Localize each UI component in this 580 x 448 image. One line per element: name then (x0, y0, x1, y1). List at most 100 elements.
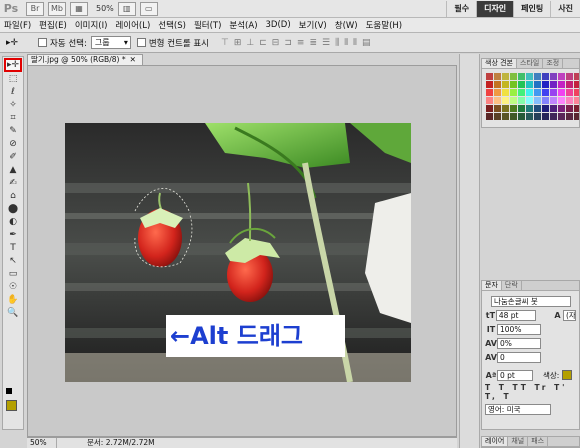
screen-mode-icon[interactable]: ▭ (139, 1, 158, 16)
color-swatch[interactable] (550, 81, 557, 88)
color-swatch[interactable] (534, 89, 541, 96)
align-right-icon[interactable]: ⊐ (284, 38, 292, 48)
baseline-shift-field[interactable]: 0 pt (497, 369, 533, 381)
menu-window[interactable]: 창(W) (331, 19, 362, 31)
text-color-swatch[interactable] (562, 370, 573, 380)
color-swatch[interactable] (542, 81, 549, 88)
color-swatch[interactable] (502, 81, 509, 88)
menu-image[interactable]: 이미지(I) (71, 19, 112, 31)
color-swatch[interactable] (486, 81, 493, 88)
tab-layers[interactable]: 레이어 (482, 437, 509, 446)
color-swatch[interactable] (510, 113, 517, 120)
align-left-icon[interactable]: ⊏ (259, 38, 267, 48)
tab-paths[interactable]: 패스 (528, 437, 549, 446)
color-swatch[interactable] (526, 97, 533, 104)
color-swatch[interactable] (518, 113, 525, 120)
color-swatch[interactable] (494, 97, 501, 104)
text-style-buttons[interactable]: T T TT Tr T' T, T (482, 383, 579, 401)
color-swatch[interactable] (534, 81, 541, 88)
color-swatch[interactable] (558, 97, 565, 104)
color-swatch[interactable] (518, 97, 525, 104)
menu-analysis[interactable]: 분석(A) (225, 19, 261, 31)
color-swatch[interactable] (558, 89, 565, 96)
color-swatch[interactable] (550, 97, 557, 104)
color-swatch[interactable] (542, 113, 549, 120)
3d-rotate-tool-icon[interactable]: ☉ (4, 281, 22, 293)
menu-edit[interactable]: 편집(E) (35, 19, 71, 31)
menu-select[interactable]: 선택(S) (154, 19, 190, 31)
align-hcenter-icon[interactable]: ⊟ (272, 38, 280, 48)
color-swatch[interactable] (542, 89, 549, 96)
lasso-tool-icon[interactable]: ℓ (4, 86, 22, 98)
shape-tool-icon[interactable]: ▭ (4, 268, 22, 280)
clone-stamp-tool-icon[interactable]: ▲ (4, 164, 22, 176)
workspace-design[interactable]: 디자인 (476, 1, 514, 17)
path-select-tool-icon[interactable]: ↖ (4, 255, 22, 267)
distribute-right-icon[interactable]: ⦀ (353, 38, 357, 48)
color-swatch[interactable] (510, 89, 517, 96)
menu-layer[interactable]: 레이어(L) (111, 19, 154, 31)
color-swatch[interactable] (502, 89, 509, 96)
healing-brush-tool-icon[interactable]: ⊘ (4, 138, 22, 150)
color-swatch[interactable] (502, 105, 509, 112)
color-swatch[interactable] (550, 73, 557, 80)
color-swatch[interactable] (518, 89, 525, 96)
type-tool-icon[interactable]: T (4, 242, 22, 254)
foreground-color-swatch[interactable] (6, 400, 17, 411)
tab-swatches[interactable]: 색상 견본 (482, 59, 517, 68)
color-swatch[interactable] (526, 89, 533, 96)
distribute-bottom-icon[interactable]: ☰ (322, 38, 330, 48)
strawberry-photo[interactable]: ←Alt 드래그 (65, 123, 411, 382)
workspace-essentials[interactable]: 필수 (446, 1, 476, 17)
color-swatch[interactable] (542, 73, 549, 80)
color-swatch[interactable] (574, 105, 579, 112)
color-swatch[interactable] (534, 113, 541, 120)
color-swatch[interactable] (494, 81, 501, 88)
color-swatch[interactable] (494, 89, 501, 96)
color-swatch[interactable] (526, 105, 533, 112)
eraser-tool-icon[interactable]: ⌂ (4, 190, 22, 202)
auto-select-dropdown[interactable]: 그룹 (90, 36, 131, 49)
distribute-hcenter-icon[interactable]: ⫴ (344, 38, 348, 48)
font-size-field[interactable]: 48 pt (495, 309, 537, 321)
color-swatch[interactable] (542, 97, 549, 104)
color-swatch[interactable] (566, 73, 573, 80)
tracking-field[interactable]: 0% (497, 337, 541, 349)
color-swatch[interactable] (510, 97, 517, 104)
color-swatch[interactable] (558, 81, 565, 88)
history-brush-tool-icon[interactable]: ✍ (4, 177, 22, 189)
pen-tool-icon[interactable]: ✒ (4, 229, 22, 241)
align-top-icon[interactable]: ⊤ (221, 38, 229, 48)
color-swatch[interactable] (558, 105, 565, 112)
color-swatch[interactable] (550, 113, 557, 120)
crop-tool-icon[interactable]: ⌗ (4, 112, 22, 124)
color-swatch[interactable] (510, 105, 517, 112)
arrange-documents-icon[interactable]: ▥ (117, 1, 136, 16)
color-swatch[interactable] (486, 105, 493, 112)
color-swatch[interactable] (486, 73, 493, 80)
align-vcenter-icon[interactable]: ⊞ (234, 38, 242, 48)
color-swatch[interactable] (494, 113, 501, 120)
color-swatch[interactable] (494, 105, 501, 112)
color-swatch[interactable] (566, 105, 573, 112)
brush-tool-icon[interactable]: ✐ (4, 151, 22, 163)
auto-select-checkbox[interactable] (38, 38, 47, 47)
distribute-top-icon[interactable]: ≡ (297, 38, 305, 48)
tab-character[interactable]: 문자 (482, 281, 502, 290)
language-select[interactable]: 영어: 미국 (485, 403, 551, 415)
distribute-left-icon[interactable]: ⫼ (335, 38, 339, 48)
tab-channels[interactable]: 채널 (508, 437, 529, 446)
distribute-vcenter-icon[interactable]: ≣ (309, 38, 317, 48)
menu-help[interactable]: 도움말(H) (362, 19, 406, 31)
close-icon[interactable]: ✕ (130, 55, 136, 64)
dodge-tool-icon[interactable]: ◐ (4, 216, 22, 228)
menu-file[interactable]: 파일(F) (0, 19, 35, 31)
color-swatch[interactable] (526, 113, 533, 120)
quick-select-tool-icon[interactable]: ✧ (4, 99, 22, 111)
color-swatch[interactable] (574, 89, 579, 96)
swatch-grid[interactable] (482, 69, 579, 124)
default-colors-icon[interactable] (6, 388, 12, 394)
color-swatch[interactable] (574, 97, 579, 104)
color-swatch[interactable] (534, 97, 541, 104)
menu-view[interactable]: 보기(V) (295, 19, 331, 31)
